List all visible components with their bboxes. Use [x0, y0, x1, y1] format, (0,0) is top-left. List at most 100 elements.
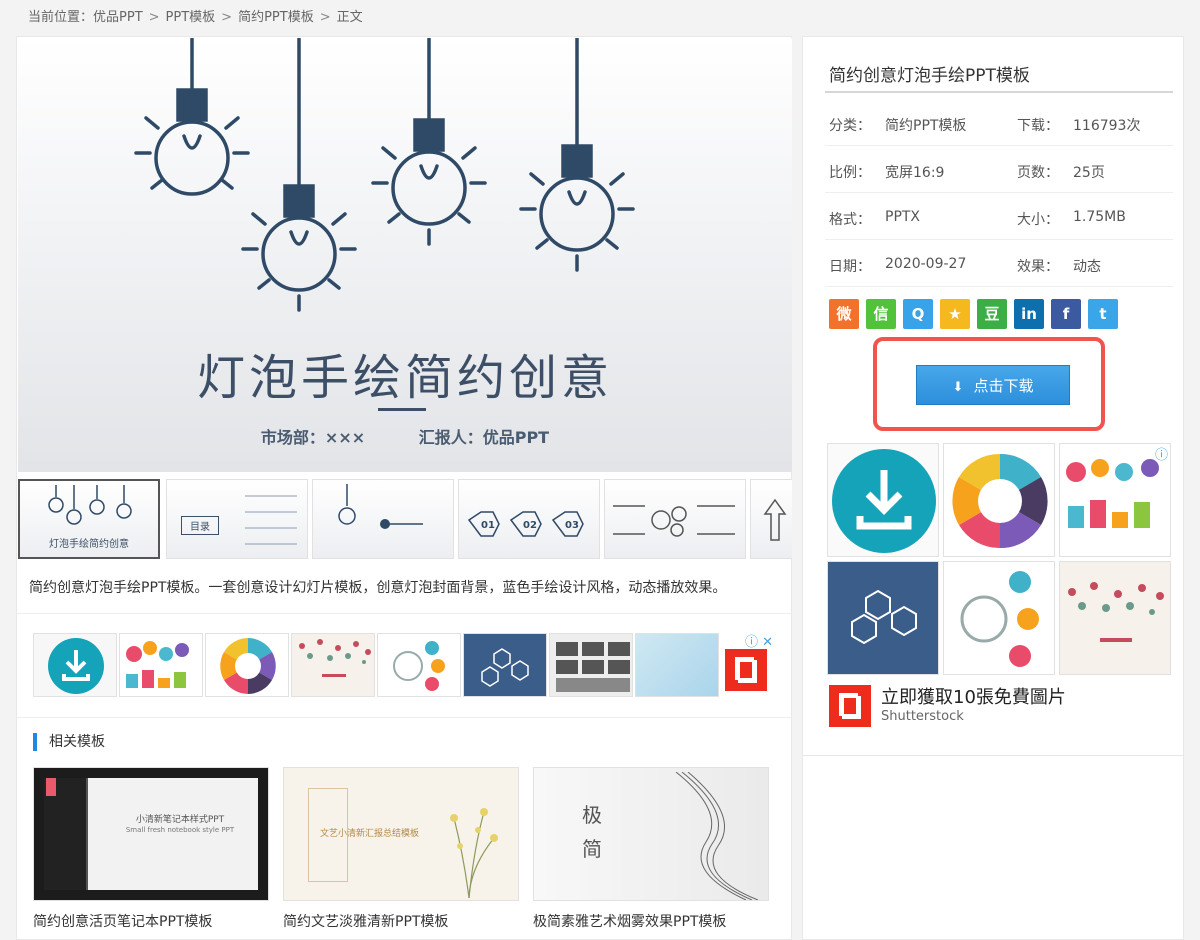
thumbnail-1[interactable]: 灯泡手绘简约创意 — [18, 479, 160, 559]
ad-tile-steps[interactable] — [377, 633, 461, 697]
svg-text:03: 03 — [565, 520, 579, 531]
lightbulb-icon — [48, 485, 132, 525]
ad-info-icon[interactable]: ⓘ — [1155, 444, 1168, 463]
hero-reporter: 汇报人：优品PPT — [418, 428, 550, 447]
shutterstock-logo[interactable] — [725, 649, 767, 691]
thumbnail-4[interactable]: 01 02 03 — [458, 479, 600, 559]
related-thumbnail[interactable]: 文艺小清新汇报总结模板 — [283, 767, 519, 901]
related-inner-title: 文艺小清新汇报总结模板 — [320, 829, 420, 839]
info-label: 格式： — [829, 212, 871, 228]
thumbnail-5[interactable] — [604, 479, 746, 559]
thumbnail-3[interactable] — [312, 479, 454, 559]
weibo-icon[interactable]: 微 — [829, 299, 859, 329]
divider — [17, 717, 791, 718]
breadcrumb-link-ppt[interactable]: PPT模板 — [166, 8, 216, 28]
download-icon — [832, 449, 936, 553]
related-item[interactable]: 小清新笔记本样式PPT Small fresh notebook style P… — [33, 767, 269, 931]
related-item[interactable]: 文艺小清新汇报总结模板 简约文艺淡雅清新PPT模板 — [283, 767, 519, 931]
floral-pattern — [1068, 582, 1164, 642]
info-row: 日期： 2020-09-27 效果： 动态 — [825, 240, 1173, 287]
lightbulb-illustration — [134, 38, 635, 312]
divider — [803, 755, 1183, 756]
ad-tile-floral[interactable] — [1059, 561, 1171, 675]
douban-icon[interactable]: 豆 — [977, 299, 1007, 329]
ad-tile-infographic[interactable]: ⓘ — [1059, 443, 1171, 557]
breadcrumb-link-simple[interactable]: 简约PPT模板 — [238, 8, 314, 28]
info-value: 2020-09-27 — [885, 256, 967, 272]
sidebar: 简约创意灯泡手绘PPT模板 分类： 简约PPT模板 下载： 116793次 比例… — [802, 36, 1184, 940]
hero-subtitle: 市场部：××× 汇报人：优品PPT — [18, 424, 792, 448]
related-caption[interactable]: 极简素雅艺术烟雾效果PPT模板 — [533, 911, 769, 931]
gallery-icon — [556, 642, 630, 692]
info-label: 效果： — [1017, 259, 1059, 275]
ad-tile-watercolor[interactable] — [635, 633, 719, 697]
hero-title: 灯泡手绘简约创意 — [196, 350, 613, 406]
info-value: 1.75MB — [1073, 209, 1126, 225]
related-section-title: 相关模板 — [33, 733, 105, 751]
ad-info-icon[interactable]: ⓘ — [745, 635, 758, 650]
ad-tile-concept[interactable] — [943, 443, 1055, 557]
ad-tile-project[interactable] — [827, 561, 939, 675]
ad-brand[interactable]: Shutterstock — [881, 709, 964, 724]
ad-tile-steps[interactable] — [943, 561, 1055, 675]
related-thumbnail[interactable]: 小清新笔记本样式PPT Small fresh notebook style P… — [33, 767, 269, 901]
info-label: 下载： — [1017, 118, 1059, 134]
breadcrumb-link-home[interactable]: 优品PPT — [93, 8, 143, 28]
qzone-icon[interactable]: ★ — [940, 299, 970, 329]
thumbnail-strip: 灯泡手绘简约创意 目录 01 02 03 — [18, 477, 792, 563]
twitter-icon[interactable]: t — [1088, 299, 1118, 329]
hexagon-icon — [481, 648, 529, 687]
ad-tile-concept[interactable] — [205, 633, 289, 697]
related-caption[interactable]: 简约创意活页笔记本PPT模板 — [33, 911, 269, 931]
info-value: 116793次 — [1073, 118, 1141, 134]
info-value: 宽屏16:9 — [885, 165, 945, 181]
main-content: 灯泡手绘简约创意 市场部：××× 汇报人：优品PPT 灯泡手绘简约创意 目录 0… — [16, 36, 792, 940]
breadcrumb-separator: > — [319, 10, 331, 25]
ad-close-icon[interactable]: ⓘ ✕ — [745, 631, 773, 650]
info-row: 格式： PPTX 大小： 1.75MB — [825, 193, 1173, 240]
floral-pattern — [299, 639, 371, 677]
related-thumbnail[interactable]: 极 简 — [533, 767, 769, 901]
concept-wheel-icon — [952, 453, 1048, 549]
download-button[interactable]: ⬇ 点击下载 — [916, 365, 1070, 405]
wechat-icon[interactable]: 信 — [866, 299, 896, 329]
divider — [17, 613, 791, 614]
download-icon — [48, 638, 104, 694]
hero-underline — [378, 408, 426, 411]
info-label: 分类： — [829, 118, 871, 134]
ad-tile-gallery[interactable] — [549, 633, 633, 697]
flower-illustration — [450, 808, 498, 898]
facebook-icon[interactable]: f — [1051, 299, 1081, 329]
ad-tile-download[interactable] — [33, 633, 117, 697]
thumbnail-2[interactable]: 目录 — [166, 479, 308, 559]
info-value[interactable]: 简约PPT模板 — [885, 115, 966, 135]
breadcrumb: 当前位置：优品PPT > PPT模板 > 简约PPT模板 > 正文 — [28, 8, 363, 28]
breadcrumb-current: 正文 — [336, 10, 363, 25]
concept-wheel-icon — [220, 638, 276, 694]
agenda-lines — [245, 495, 297, 545]
info-row: 比例： 宽屏16:9 页数： 25页 — [825, 146, 1173, 193]
ad-tile-project[interactable] — [463, 633, 547, 697]
hexagon-icon — [851, 589, 917, 645]
sidebar-ad[interactable]: ⓘ — [827, 443, 1171, 681]
template-description: 简约创意灯泡手绘PPT模板。一套创意设计幻灯片模板，创意灯泡封面背景，蓝色手绘设… — [29, 580, 727, 596]
steps-icon — [393, 641, 445, 691]
thumbnail-label: 目录 — [181, 516, 219, 535]
related-inner-title: 小清新笔记本样式PPT — [135, 815, 225, 825]
ad-banner[interactable]: ⓘ ✕ — [33, 631, 773, 699]
related-item[interactable]: 极 简 极简素雅艺术烟雾效果PPT模板 — [533, 767, 769, 931]
qq-icon[interactable]: Q — [903, 299, 933, 329]
close-icon[interactable]: ✕ — [762, 635, 773, 650]
related-caption[interactable]: 简约文艺淡雅清新PPT模板 — [283, 911, 519, 931]
thumbnail-6[interactable] — [750, 479, 792, 559]
ad-tile-download[interactable] — [827, 443, 939, 557]
ad-tile-floral[interactable] — [291, 633, 375, 697]
linkedin-icon[interactable]: in — [1014, 299, 1044, 329]
ad-tile-infographic[interactable] — [119, 633, 203, 697]
related-inner-title: 极 简 — [582, 803, 608, 861]
info-label: 日期： — [829, 259, 871, 275]
shutterstock-logo[interactable] — [829, 685, 871, 727]
arrow-up-icon — [763, 498, 787, 541]
ad-headline[interactable]: 立即獲取10張免費圖片 — [881, 683, 1066, 709]
smoke-illustration — [675, 772, 759, 900]
